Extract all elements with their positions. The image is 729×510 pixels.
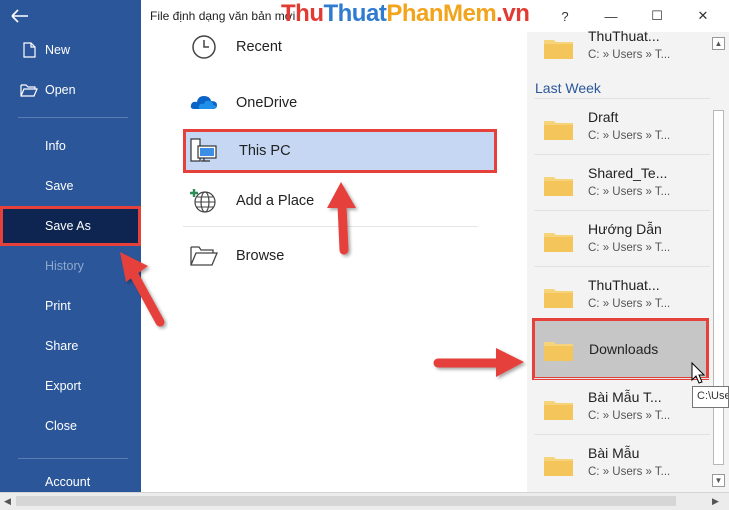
sidebar-divider	[18, 117, 128, 118]
sidebar-divider	[18, 458, 128, 459]
nav-history: History	[0, 247, 141, 285]
folder-name: ThuThuat...	[588, 277, 660, 293]
nav-share-label: Share	[45, 339, 79, 353]
nav-share[interactable]: Share	[0, 327, 141, 365]
nav-print-label: Print	[45, 299, 71, 313]
folder-icon	[544, 457, 573, 476]
section-label-last-week: Last Week	[535, 80, 601, 96]
nav-export[interactable]: Export	[0, 367, 141, 405]
nav-history-label: History	[45, 259, 84, 273]
folder-open-icon	[190, 246, 218, 266]
nav-export-label: Export	[45, 379, 82, 393]
folder-path: C: » Users » T...	[588, 242, 671, 254]
window-title: File định dạng văn bản mới	[150, 9, 296, 23]
location-add-place[interactable]: Add a Place	[183, 179, 497, 223]
folder-path: C: » Users » T...	[588, 49, 671, 61]
folder-icon	[544, 233, 573, 252]
nav-save[interactable]: Save	[0, 167, 141, 205]
folder-name: Bài Mẫu	[588, 445, 640, 461]
scroll-down-arrow-icon[interactable]: ▼	[712, 474, 725, 487]
location-recent-label: Recent	[236, 39, 282, 55]
horizontal-scrollbar[interactable]: ◀ ▶	[0, 492, 729, 510]
folder-icon	[544, 177, 573, 196]
cloud-icon	[190, 96, 217, 109]
vertical-scrollbar[interactable]: ▲ ▼	[710, 32, 727, 492]
folder-item[interactable]: ThuThuat... C: » Users » T...	[534, 18, 710, 74]
folder-name: Bài Mẫu T...	[588, 389, 662, 405]
watermark-part: Thuat	[323, 0, 387, 27]
nav-new[interactable]: New	[0, 31, 141, 69]
folder-path: C: » Users » T...	[588, 466, 671, 478]
folder-path: C: » Users » T...	[588, 410, 671, 422]
nav-close-label: Close	[45, 419, 77, 433]
folder-item[interactable]: Shared_Te... C: » Users » T...	[534, 154, 710, 210]
nav-save-as-label: Save As	[45, 219, 91, 233]
new-document-icon	[23, 42, 36, 58]
folder-icon	[544, 401, 573, 420]
path-tooltip: C:\Users	[692, 386, 729, 408]
location-recent[interactable]: Recent	[183, 25, 497, 69]
nav-save-label: Save	[45, 179, 74, 193]
location-browse-label: Browse	[236, 248, 285, 264]
location-add-place-label: Add a Place	[236, 193, 315, 209]
nav-open-label: Open	[45, 83, 76, 97]
folder-item-downloads[interactable]: Downloads	[532, 318, 709, 380]
folder-path: C: » Users » T...	[588, 186, 671, 198]
backstage-sidebar: New Open Info Save Save As History Print…	[0, 0, 141, 492]
location-onedrive-label: OneDrive	[236, 95, 298, 111]
folder-item[interactable]: ThuThuat... C: » Users » T...	[534, 266, 710, 322]
clock-icon	[192, 35, 216, 59]
location-this-pc[interactable]: This PC	[183, 129, 497, 173]
open-folder-icon	[20, 84, 38, 97]
nav-info[interactable]: Info	[0, 127, 141, 165]
folder-name: Shared_Te...	[588, 165, 668, 181]
scroll-up-arrow-icon[interactable]: ▲	[712, 37, 725, 50]
scroll-right-arrow-icon[interactable]: ▶	[712, 496, 719, 507]
nav-account-label: Account	[45, 475, 91, 489]
nav-print[interactable]: Print	[0, 287, 141, 325]
location-this-pc-label: This PC	[239, 143, 291, 159]
location-divider	[183, 226, 478, 227]
folder-icon	[544, 121, 573, 140]
folder-name: ThuThuat...	[588, 28, 660, 44]
location-browse[interactable]: Browse	[183, 234, 497, 278]
folder-name: Hướng Dẫn	[588, 221, 662, 237]
back-button[interactable]	[0, 0, 141, 32]
scroll-left-arrow-icon[interactable]: ◀	[4, 496, 11, 507]
folder-icon	[544, 40, 573, 59]
folder-name: Downloads	[589, 341, 659, 357]
folder-item[interactable]: Hướng Dẫn C: » Users » T...	[534, 210, 710, 266]
folder-icon	[544, 342, 573, 361]
nav-new-label: New	[45, 43, 71, 57]
scroll-thumb[interactable]	[713, 110, 724, 465]
watermark-part: Thu	[281, 0, 324, 27]
watermark-logo: ThuThuatPhanMem.vn	[281, 0, 530, 28]
globe-add-icon	[190, 189, 216, 213]
computer-icon	[190, 138, 217, 162]
h-scroll-thumb[interactable]	[16, 496, 676, 506]
watermark-part: .vn	[496, 0, 530, 27]
watermark-part: PhanMem	[386, 0, 497, 27]
arrow-to-downloads-icon	[433, 348, 524, 377]
nav-open[interactable]: Open	[0, 71, 141, 109]
folder-path: C: » Users » T...	[588, 130, 671, 142]
nav-save-as[interactable]: Save As	[0, 206, 141, 246]
folder-item[interactable]: Bài Mẫu C: » Users » T...	[534, 434, 710, 492]
back-arrow-icon	[11, 9, 28, 23]
nav-close[interactable]: Close	[0, 407, 141, 445]
location-onedrive[interactable]: OneDrive	[183, 81, 497, 125]
folder-item[interactable]: Draft C: » Users » T...	[534, 98, 710, 154]
folder-path: C: » Users » T...	[588, 298, 671, 310]
folder-icon	[544, 289, 573, 308]
nav-info-label: Info	[45, 139, 66, 153]
folder-item[interactable]: Bài Mẫu T... C: » Users » T...	[534, 378, 710, 434]
folder-name: Draft	[588, 109, 619, 125]
